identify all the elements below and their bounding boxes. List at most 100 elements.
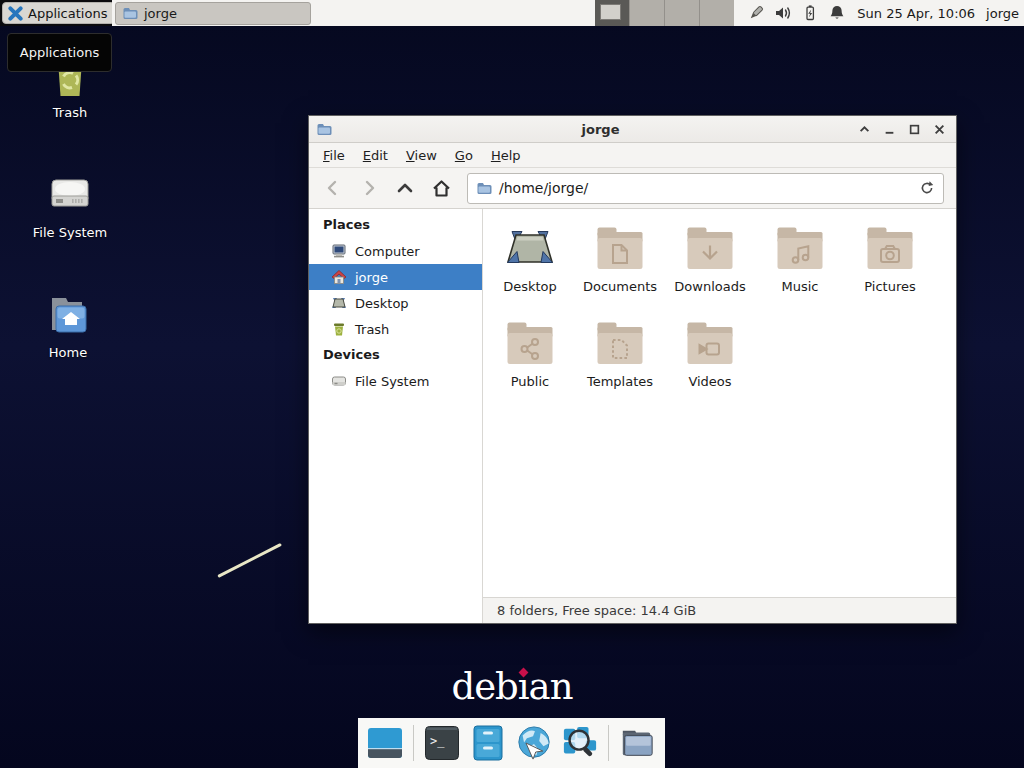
top-panel: Applications jorge (0, 0, 1024, 26)
menu-view[interactable]: View (397, 143, 446, 168)
menu-go[interactable]: Go (446, 143, 482, 168)
workspace-4[interactable] (699, 0, 734, 26)
home-button[interactable] (423, 173, 459, 203)
menu-help[interactable]: Help (482, 143, 530, 168)
sidebar-header-places: Places (309, 212, 482, 238)
folder-label: Videos (688, 374, 731, 389)
stray-line-artifact (217, 543, 282, 578)
dock-file-cabinet-button[interactable] (470, 725, 506, 761)
sidebar-item-label: Trash (355, 322, 389, 337)
desktop-icon (331, 295, 347, 311)
workspace-2[interactable] (629, 0, 664, 26)
folder-label: Desktop (503, 279, 557, 294)
sidebar-item-desktop[interactable]: Desktop (309, 290, 482, 316)
reload-icon[interactable] (919, 180, 935, 196)
dock-app-finder-button[interactable] (562, 725, 598, 761)
menu-file[interactable]: File (314, 143, 354, 168)
debian-logo-text: an (529, 665, 573, 708)
dock-separator (608, 725, 609, 761)
path-bar[interactable]: /home/jorge/ (467, 173, 944, 204)
folder-music[interactable]: Music (755, 223, 845, 318)
applications-menu-label: Applications (28, 6, 107, 21)
sidebar-item-file-system[interactable]: File System (309, 368, 482, 394)
path-text[interactable]: /home/jorge/ (499, 180, 919, 196)
system-tray (747, 4, 846, 22)
folder-label: Pictures (864, 279, 915, 294)
desktop-icon-label: Home (49, 345, 87, 360)
panel-clock[interactable]: Sun 25 Apr, 10:06 (857, 6, 975, 21)
menubar: File Edit View Go Help (309, 143, 956, 168)
sidebar-item-trash[interactable]: Trash (309, 316, 482, 342)
panel-username[interactable]: jorge (986, 6, 1019, 21)
maximize-button[interactable] (908, 123, 920, 135)
taskbar-window-button[interactable]: jorge (115, 2, 311, 25)
sidebar-item-jorge[interactable]: jorge (309, 264, 482, 290)
folder-documents[interactable]: Documents (575, 223, 665, 318)
folder-pictures[interactable]: Pictures (845, 223, 935, 318)
applications-tooltip: Applications (7, 33, 112, 72)
dock-terminal-button[interactable]: >_ (424, 725, 460, 761)
home-icon (331, 269, 347, 285)
file-manager-window: jorge File Edit View Go Help (308, 115, 957, 624)
sidebar-header-devices: Devices (309, 342, 482, 368)
window-titlebar[interactable]: jorge (309, 116, 956, 143)
folder-label: Downloads (674, 279, 745, 294)
workspace-3[interactable] (664, 0, 699, 26)
workspace-pager[interactable] (595, 0, 734, 26)
volume-tray-icon[interactable] (774, 4, 792, 22)
sidebar-item-label: jorge (355, 270, 388, 285)
folder-downloads-icon (685, 223, 735, 273)
dock-separator (413, 725, 414, 761)
applications-menu-button[interactable]: Applications (2, 2, 115, 24)
panel-main-section: jorge (112, 0, 1024, 26)
sidebar-item-computer[interactable]: Computer (309, 238, 482, 264)
back-button[interactable] (315, 173, 351, 203)
minimize-button[interactable] (883, 123, 895, 135)
statusbar: 8 folders, Free space: 14.4 GiB (483, 597, 956, 623)
pen-tray-icon[interactable] (747, 4, 765, 22)
folder-desktop[interactable]: Desktop (485, 223, 575, 318)
folder-icon (476, 180, 492, 196)
hard-drive-icon (331, 373, 347, 389)
folder-templates-icon (595, 318, 645, 368)
desktop-icon (505, 223, 555, 273)
folder-label: Templates (587, 374, 653, 389)
battery-tray-icon[interactable] (801, 4, 819, 22)
folder-label: Music (782, 279, 819, 294)
sidebar-item-label: File System (355, 374, 429, 389)
panel-left-section: Applications (0, 0, 112, 26)
folder-videos[interactable]: Videos (665, 318, 755, 413)
folder-public-icon (505, 318, 555, 368)
hard-drive-icon (46, 170, 94, 218)
up-button[interactable] (387, 173, 423, 203)
computer-icon (331, 243, 347, 259)
desktop-icon-label: Trash (53, 105, 87, 120)
notifications-bell-icon[interactable] (828, 4, 846, 22)
folder-downloads[interactable]: Downloads (665, 223, 755, 318)
folder-view: Desktop Documents (483, 209, 956, 597)
svg-text:>_: >_ (430, 734, 445, 748)
folder-public[interactable]: Public (485, 318, 575, 413)
forward-button[interactable] (351, 173, 387, 203)
desktop-icon-file-system[interactable]: File System (22, 170, 118, 240)
home-folder-icon (44, 290, 92, 338)
trash-icon (331, 321, 347, 337)
window-title: jorge (333, 122, 868, 137)
shade-button[interactable] (858, 123, 870, 135)
dock-desktop-button[interactable] (367, 725, 403, 761)
debian-logo-i: ı (518, 665, 529, 708)
desktop-icon-home[interactable]: Home (20, 290, 116, 360)
folder-videos-icon (685, 318, 735, 368)
dock-web-browser-button[interactable] (516, 725, 552, 761)
dock-file-manager-button[interactable] (619, 725, 655, 761)
debian-logo-text: deb (451, 665, 517, 708)
folder-icon (316, 121, 332, 137)
statusbar-text: 8 folders, Free space: 14.4 GiB (497, 603, 696, 618)
folder-templates[interactable]: Templates (575, 318, 665, 413)
menu-edit[interactable]: Edit (354, 143, 397, 168)
toolbar: /home/jorge/ (309, 168, 956, 209)
debian-logo: debıan (0, 665, 1024, 708)
xfce-logo-icon (8, 6, 23, 21)
close-button[interactable] (933, 123, 945, 135)
workspace-1-active[interactable] (595, 0, 629, 26)
